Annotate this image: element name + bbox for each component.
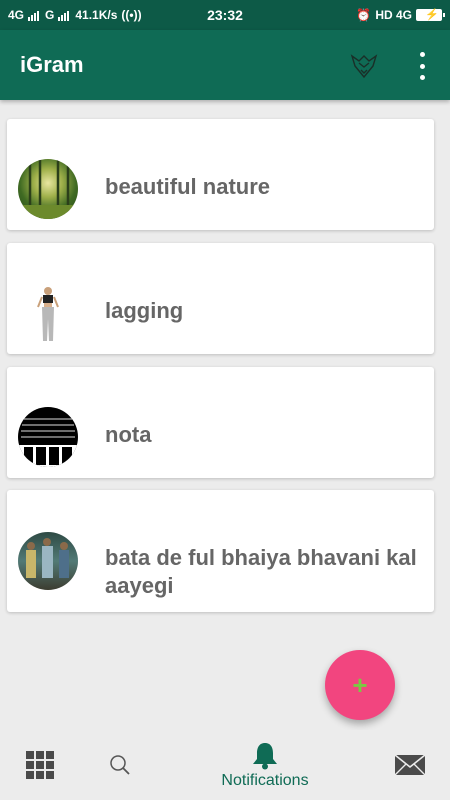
post-title: bata de ful bhaiya bhavani kal aayegi xyxy=(105,545,417,598)
add-icon: + xyxy=(352,669,368,700)
post-card[interactable]: lagging xyxy=(7,243,434,354)
post-card[interactable]: bata de ful bhaiya bhavani kal aayegi xyxy=(7,490,434,612)
post-avatar xyxy=(18,407,78,467)
network-type-sim2: G xyxy=(45,8,55,22)
status-left: 4G G 41.1K/s ((•)) xyxy=(8,8,142,22)
more-options-icon[interactable] xyxy=(412,52,432,80)
post-avatar xyxy=(18,283,78,343)
signal-icon xyxy=(28,10,40,21)
network-type: 4G xyxy=(8,8,25,22)
nav-grid[interactable] xyxy=(20,730,60,800)
nav-notifications[interactable]: Notifications xyxy=(205,730,325,800)
lion-logo-icon[interactable] xyxy=(349,50,379,80)
status-bar: 4G G 41.1K/s ((•)) 23:32 ⏰ HD 4G ⚡ xyxy=(0,0,450,30)
post-title: lagging xyxy=(105,298,184,323)
post-avatar xyxy=(18,159,78,219)
nav-messages[interactable] xyxy=(393,730,427,800)
network-speed: 41.1K/s xyxy=(75,8,118,22)
post-title: beautiful nature xyxy=(105,174,271,199)
grid-icon xyxy=(26,751,54,779)
nav-search[interactable] xyxy=(105,730,135,800)
post-avatar xyxy=(18,532,78,590)
post-card[interactable]: beautiful nature xyxy=(7,119,434,230)
nav-label-notifications: Notifications xyxy=(221,772,309,789)
signal-icon-sim2 xyxy=(58,10,70,21)
status-right: ⏰ HD 4G ⚡ xyxy=(356,8,445,22)
alarm-icon: ⏰ xyxy=(356,8,372,22)
app-title: iGram xyxy=(20,52,84,77)
post-card[interactable]: nota xyxy=(7,367,434,478)
post-title: nota xyxy=(105,422,152,447)
bottom-nav: Notifications xyxy=(0,730,450,800)
hd-network: HD 4G xyxy=(375,8,412,22)
bell-icon xyxy=(253,743,277,770)
app-bar: iGram xyxy=(0,30,450,100)
battery-icon: ⚡ xyxy=(416,9,445,21)
add-post-button[interactable]: + xyxy=(325,650,395,720)
hotspot-icon: ((•)) xyxy=(121,8,142,22)
search-icon xyxy=(110,755,130,775)
mail-icon xyxy=(394,754,426,776)
